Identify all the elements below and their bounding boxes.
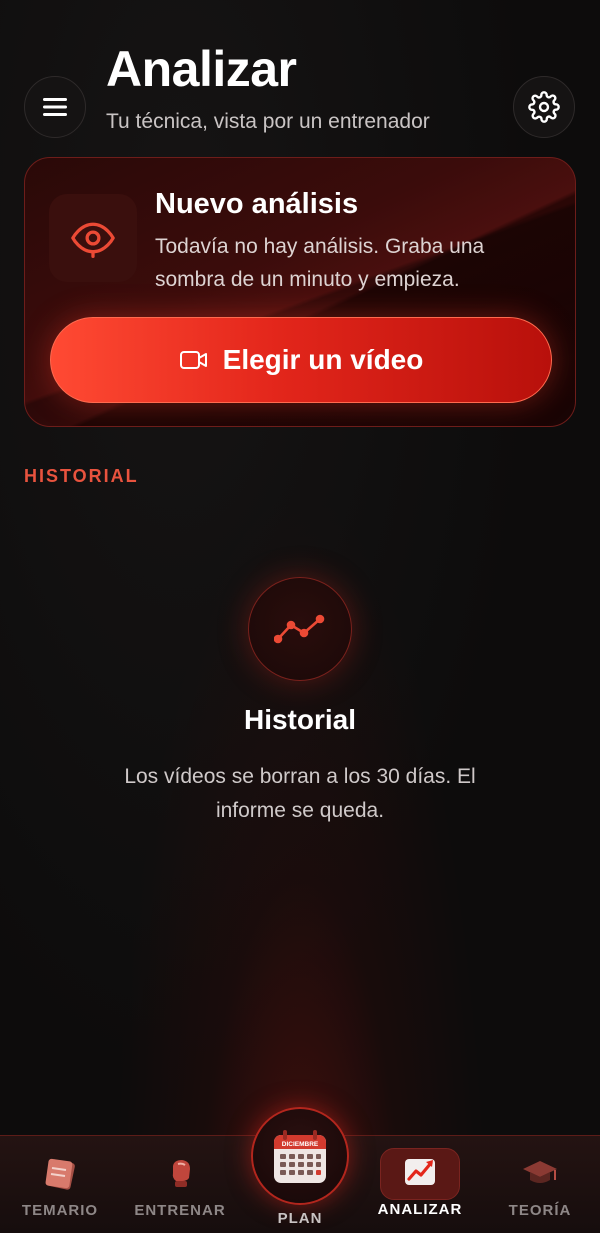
trending-chart-icon bbox=[405, 1159, 435, 1185]
new-analysis-card: Nuevo análisis Todavía no hay análisis. … bbox=[24, 157, 576, 427]
settings-button[interactable] bbox=[513, 76, 575, 138]
notebook-icon bbox=[45, 1158, 75, 1190]
nav-label-plan: PLAN bbox=[277, 1210, 323, 1227]
page-title: Analizar bbox=[106, 41, 297, 97]
menu-button[interactable] bbox=[24, 76, 86, 138]
trend-line-icon bbox=[274, 614, 325, 644]
calendar-icon: DICIEMBRE bbox=[274, 1130, 326, 1183]
video-camera-icon bbox=[179, 351, 207, 369]
graduation-cap-icon bbox=[523, 1161, 557, 1183]
gear-icon bbox=[528, 91, 560, 123]
page-subtitle: Tu técnica, vista por un entrenador bbox=[106, 110, 430, 133]
history-section-label: HISTORIAL bbox=[24, 466, 139, 486]
new-analysis-title: Nuevo análisis bbox=[155, 188, 359, 220]
calendar-month-label: DICIEMBRE bbox=[282, 1141, 319, 1148]
history-empty-text: Los vídeos se borran a los 30 días. El i… bbox=[124, 765, 476, 822]
hamburger-menu-icon bbox=[43, 98, 67, 116]
eye-icon-box bbox=[49, 194, 137, 282]
choose-video-button[interactable]: Elegir un vídeo bbox=[50, 317, 552, 403]
boxing-glove-icon bbox=[172, 1160, 190, 1187]
history-empty-title: Historial bbox=[243, 704, 357, 735]
choose-video-label: Elegir un vídeo bbox=[222, 344, 424, 375]
new-analysis-description: Todavía no hay análisis. Graba una sombr… bbox=[155, 235, 485, 291]
history-empty-icon bbox=[248, 577, 352, 681]
analyze-screen: Analizar Tu técnica, vista por un entren… bbox=[0, 0, 600, 1233]
plan-button[interactable]: DICIEMBRE bbox=[251, 1107, 349, 1205]
eye-icon bbox=[71, 222, 115, 258]
